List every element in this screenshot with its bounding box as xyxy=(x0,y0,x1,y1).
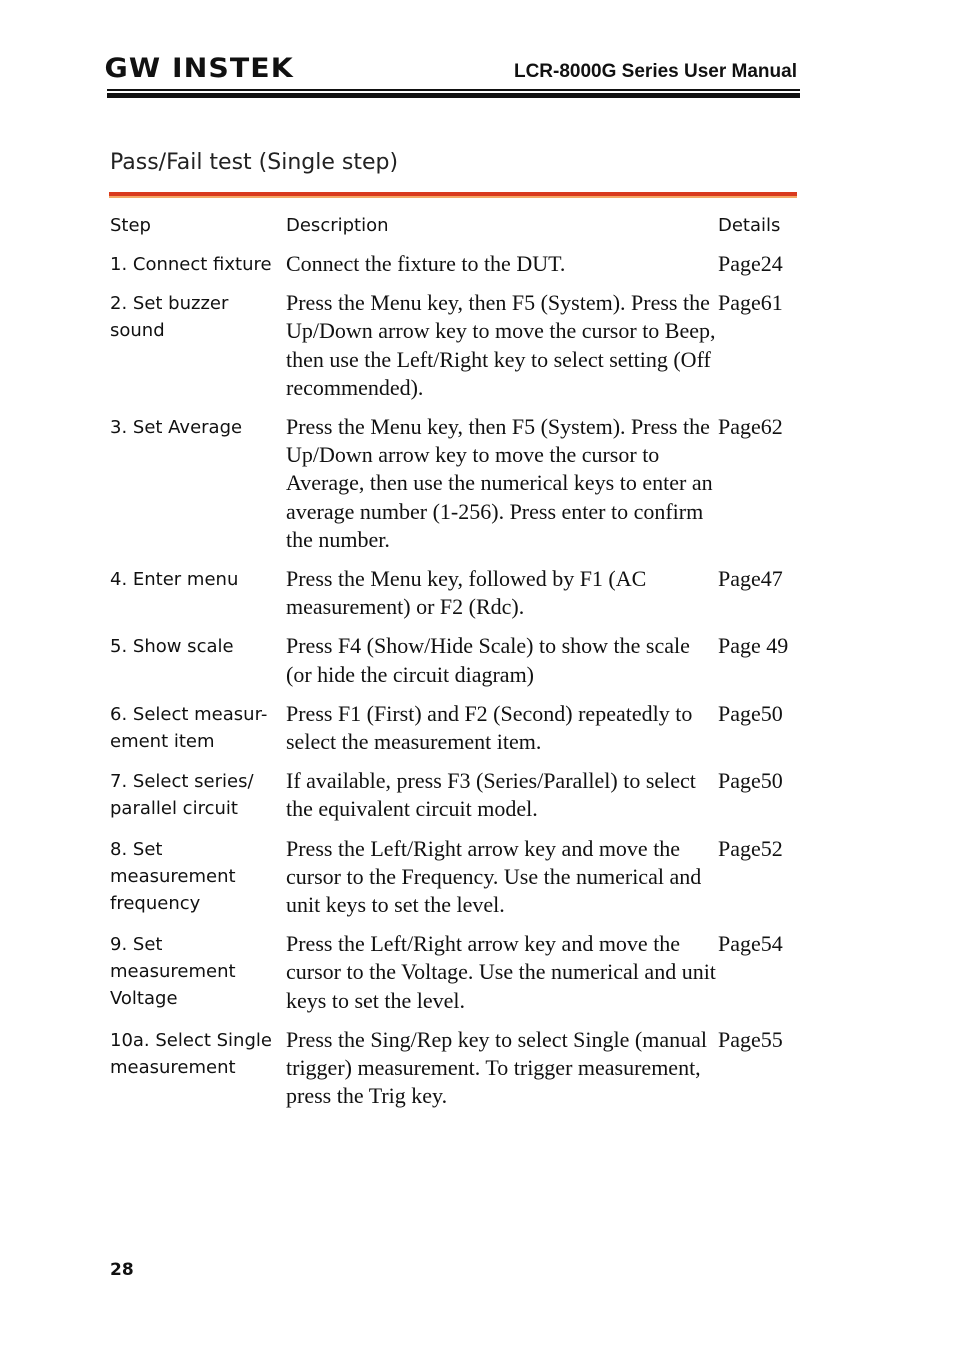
column-header-step: Step xyxy=(110,215,151,236)
table-row: 1. Connect fixture Connect the fixture to… xyxy=(110,250,800,278)
step-cell: 3. Set Average xyxy=(110,417,243,439)
page-header: GW INSTEK LCR-8000G Series User Manual xyxy=(104,52,800,98)
steps-table: Step Description Details 1. Connect fixt… xyxy=(110,212,800,1121)
details-cell: Page 49 xyxy=(718,633,789,659)
details-cell: Page52 xyxy=(718,835,783,861)
details-cell: Page55 xyxy=(718,1026,783,1052)
table-row: 2. Set buzzer sound Press the Menu key, t… xyxy=(110,289,800,402)
table-row: 5. Show scale Press F4 (Show/Hide Scale) … xyxy=(110,632,800,688)
description-cell: Press F1 (First) and F2 (Second) repeate… xyxy=(286,700,693,755)
manual-title: LCR-8000G Series User Manual xyxy=(513,61,797,82)
description-cell: Press F4 (Show/Hide Scale) to show the s… xyxy=(286,633,690,687)
step-cell: 7. Select series/ parallel circuit xyxy=(110,771,254,820)
description-cell: Press the Left/Right arrow key and move … xyxy=(286,931,716,1013)
details-cell: Page54 xyxy=(718,931,783,957)
table-row: 9. Set measurement Voltage Press the Left… xyxy=(110,930,800,1015)
step-cell: 8. Set measurement frequency xyxy=(110,838,236,914)
details-cell: Page47 xyxy=(718,566,783,592)
brand-logo: GW INSTEK xyxy=(104,54,292,84)
column-header-description: Description xyxy=(286,215,389,236)
details-cell: Page62 xyxy=(718,414,783,440)
table-header-row: Step Description Details xyxy=(110,212,800,240)
step-cell: 9. Set measurement Voltage xyxy=(110,934,236,1010)
description-cell: If available, press F3 (Series/Parallel)… xyxy=(286,768,696,822)
section-title: Pass/Fail test (Single step) xyxy=(110,150,399,175)
table-row: 4. Enter menu Press the Menu key, followe… xyxy=(110,565,800,621)
section-divider-accent-light xyxy=(109,196,797,198)
details-cell: Page50 xyxy=(718,768,783,794)
step-cell: 10a. Select Single measurement xyxy=(110,1029,272,1078)
description-cell: Press the Menu key, then F5 (System). Pr… xyxy=(286,290,716,400)
step-cell: 1. Connect fixture xyxy=(110,254,272,275)
header-rule-thin xyxy=(107,89,800,91)
table-row: 3. Set Average Press the Menu key, then F… xyxy=(110,413,800,554)
table-row: 10a. Select Single measurement Press the … xyxy=(110,1026,800,1111)
description-cell: Press the Sing/Rep key to select Single … xyxy=(286,1026,707,1109)
step-cell: 4. Enter menu xyxy=(110,569,239,591)
details-cell: Page61 xyxy=(718,290,783,316)
header-rule-thick xyxy=(107,93,800,98)
brand-logo-text: GW INSTEK xyxy=(104,53,294,84)
step-cell: 6. Select measur-ement item xyxy=(110,703,268,752)
details-cell: Page24 xyxy=(718,251,783,276)
section-divider xyxy=(109,192,797,198)
description-cell: Press the Left/Right arrow key and move … xyxy=(286,835,702,918)
description-cell: Press the Menu key, followed by F1 (AC m… xyxy=(286,566,647,620)
description-cell: Connect the fixture to the DUT. xyxy=(286,251,566,276)
page-number: 28 xyxy=(110,1260,134,1280)
description-cell: Press the Menu key, then F5 (System). Pr… xyxy=(286,414,713,552)
details-cell: Page50 xyxy=(718,700,783,726)
column-header-details: Details xyxy=(718,215,781,236)
table-row: 7. Select series/ parallel circuit If ava… xyxy=(110,767,800,823)
table-row: 8. Set measurement frequency Press the Le… xyxy=(110,835,800,920)
step-cell: 2. Set buzzer sound xyxy=(110,293,229,342)
step-cell: 5. Show scale xyxy=(110,636,234,658)
table-row: 6. Select measur-ement item Press F1 (Fir… xyxy=(110,700,800,756)
